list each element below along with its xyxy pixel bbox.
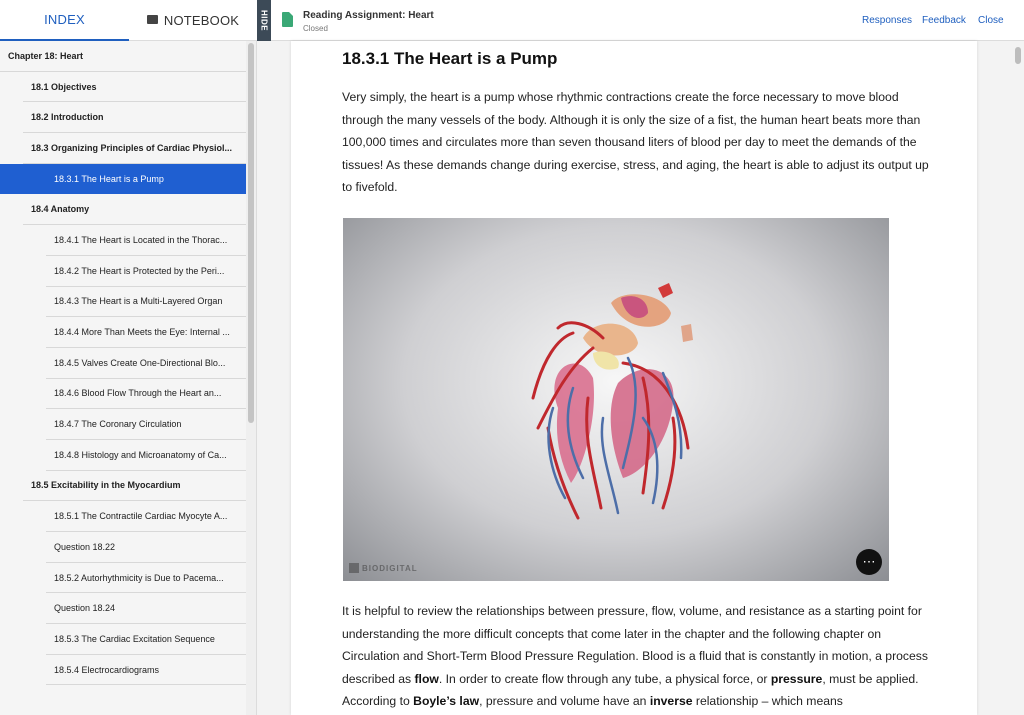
section-heading: 18.3.1 The Heart is a Pump bbox=[342, 49, 558, 68]
sidebar-item-label: 18.4.8 Histology and Microanatomy of Ca.… bbox=[54, 449, 227, 460]
sidebar-item[interactable]: 18.5.4 Electrocardiograms bbox=[46, 654, 246, 686]
notebook-icon bbox=[146, 15, 158, 24]
more-options-icon: ⋯ bbox=[862, 554, 876, 569]
sidebar-item[interactable]: 18.2 Introduction bbox=[23, 102, 246, 134]
content-scrollbar[interactable] bbox=[1012, 41, 1024, 715]
sidebar-item-label: 18.4.1 The Heart is Located in the Thora… bbox=[54, 234, 228, 245]
sidebar-item[interactable]: 18.5.3 The Cardiac Excitation Sequence bbox=[46, 624, 246, 655]
paragraph-text-4: , pressure and volume have an bbox=[479, 694, 650, 709]
term-pressure: pressure bbox=[770, 671, 823, 686]
index-sidebar: Chapter 18: Heart 18.1 Objectives 18.2 Int… bbox=[0, 41, 257, 715]
sidebar-item-label: 18.3.1 The Heart is a Pump bbox=[54, 173, 164, 184]
term-inverse: inverse bbox=[649, 694, 693, 709]
tab-notebook[interactable]: NOTEBOOK bbox=[129, 0, 257, 41]
term-flow: flow bbox=[414, 671, 439, 686]
sidebar-item-label: 18.5.3 The Cardiac Excitation Sequence bbox=[54, 633, 215, 644]
sidebar-item[interactable]: 18.5 Excitability in the Myocardium bbox=[23, 470, 246, 502]
sidebar-item[interactable]: 18.4.4 More Than Meets the Eye: Internal… bbox=[46, 317, 246, 348]
sidebar-item-label: 18.4.4 More Than Meets the Eye: Internal… bbox=[54, 327, 230, 338]
biodigital-watermark: BIODIGITAL bbox=[349, 563, 418, 573]
sidebar-item-label: 18.4.5 Valves Create One-Directional Blo… bbox=[54, 357, 226, 368]
sidebar-item-label: 18.4.6 Blood Flow Through the Heart an..… bbox=[54, 388, 222, 399]
hide-label: HIDE bbox=[259, 9, 269, 32]
sidebar-scrollbar-thumb[interactable] bbox=[248, 43, 254, 423]
sidebar-item[interactable]: 18.4.2 The Heart is Protected by the Per… bbox=[46, 255, 246, 287]
sidebar-item-label: 18.2 Introduction bbox=[31, 112, 104, 123]
sidebar-item-label: 18.5.2 Autorhythmicity is Due to Pacema.… bbox=[54, 572, 224, 583]
sidebar-item-label: 18.5.1 The Contractile Cardiac Myocyte A… bbox=[54, 511, 228, 522]
sidebar-item-label: 18.3 Organizing Principles of Cardiac Ph… bbox=[31, 142, 233, 153]
sidebar-item-label: 18.1 Objectives bbox=[31, 81, 97, 92]
sidebar-item[interactable]: 18.4.1 The Heart is Located in the Thora… bbox=[46, 225, 246, 256]
sidebar-item-active[interactable]: 18.3.1 The Heart is a Pump bbox=[0, 163, 246, 195]
sidebar-item[interactable]: 18.4.7 The Coronary Circulation bbox=[46, 409, 246, 440]
sidebar-item-label: Question 18.24 bbox=[54, 603, 116, 614]
paragraph-intro: Very simply, the heart is a pump whose r… bbox=[342, 90, 929, 195]
paragraph-text-5: relationship – which means bbox=[692, 694, 843, 709]
feedback-link[interactable]: Feedback bbox=[922, 15, 966, 26]
tab-index[interactable]: INDEX bbox=[0, 0, 129, 41]
sidebar-chapter-item[interactable]: Chapter 18: Heart bbox=[0, 41, 246, 72]
term-boyles-law: Boyle’s law bbox=[413, 694, 480, 709]
sidebar-item[interactable]: 18.4 Anatomy bbox=[23, 194, 246, 226]
top-bar: INDEX NOTEBOOK HIDE Reading Assignment: … bbox=[0, 0, 1024, 41]
assignment-title: Reading Assignment: Heart bbox=[303, 10, 434, 21]
assignment-status: Closed bbox=[303, 24, 328, 33]
close-link[interactable]: Close bbox=[978, 15, 1004, 26]
sidebar-item[interactable]: 18.4.8 Histology and Microanatomy of Ca.… bbox=[46, 439, 246, 471]
sidebar-item-label: 18.4.2 The Heart is Protected by the Per… bbox=[54, 265, 225, 276]
sidebar-item[interactable]: 18.5.2 Autorhythmicity is Due to Pacema.… bbox=[46, 562, 246, 594]
paragraph-pressure-flow: It is helpful to review the relationship… bbox=[342, 600, 942, 713]
sidebar-item[interactable]: Question 18.24 bbox=[46, 593, 246, 625]
sidebar-item[interactable]: Question 18.22 bbox=[46, 532, 246, 563]
sidebar-item-label: 18.4 Anatomy bbox=[31, 204, 90, 215]
sidebar-item-label: 18.4.7 The Coronary Circulation bbox=[54, 419, 182, 430]
sidebar-item[interactable]: 18.4.6 Blood Flow Through the Heart an..… bbox=[46, 378, 246, 410]
sidebar-item[interactable]: 18.4.5 Valves Create One-Directional Blo… bbox=[46, 347, 246, 379]
heart-3d-model[interactable]: BIODIGITAL ⋯ bbox=[343, 218, 889, 581]
sidebar-item[interactable]: 18.1 Objectives bbox=[23, 71, 246, 103]
content-scrollbar-thumb[interactable] bbox=[1015, 47, 1021, 64]
responses-link[interactable]: Responses bbox=[862, 15, 912, 26]
sidebar-item[interactable]: 18.3 Organizing Principles of Cardiac Ph… bbox=[23, 133, 246, 164]
sidebar-item-label: 18.5.4 Electrocardiograms bbox=[54, 664, 160, 675]
hide-sidebar-button[interactable]: HIDE bbox=[257, 0, 271, 41]
sidebar-item-label: 18.5 Excitability in the Myocardium bbox=[31, 480, 181, 491]
sidebar-item-label: 18.4.3 The Heart is a Multi-Layered Orga… bbox=[54, 296, 223, 307]
sidebar-item-label: Chapter 18: Heart bbox=[8, 50, 84, 61]
more-options-button[interactable]: ⋯ bbox=[856, 549, 882, 575]
sidebar-item[interactable] bbox=[46, 685, 246, 715]
paragraph-text-2: . In order to create flow through any tu… bbox=[438, 671, 771, 686]
reading-page: 18.3.1 The Heart is a Pump Very simply, … bbox=[291, 41, 977, 715]
table-of-contents: Chapter 18: Heart 18.1 Objectives 18.2 Int… bbox=[0, 41, 246, 715]
sidebar-item-label: Question 18.22 bbox=[54, 541, 116, 552]
sidebar-item[interactable]: 18.5.1 The Contractile Cardiac Myocyte A… bbox=[46, 501, 246, 532]
tab-notebook-label: NOTEBOOK bbox=[163, 13, 240, 28]
sidebar-item[interactable]: 18.4.3 The Heart is a Multi-Layered Orga… bbox=[46, 286, 246, 318]
heart-illustration bbox=[531, 283, 693, 520]
tab-index-label: INDEX bbox=[44, 12, 85, 27]
document-icon bbox=[282, 12, 293, 27]
